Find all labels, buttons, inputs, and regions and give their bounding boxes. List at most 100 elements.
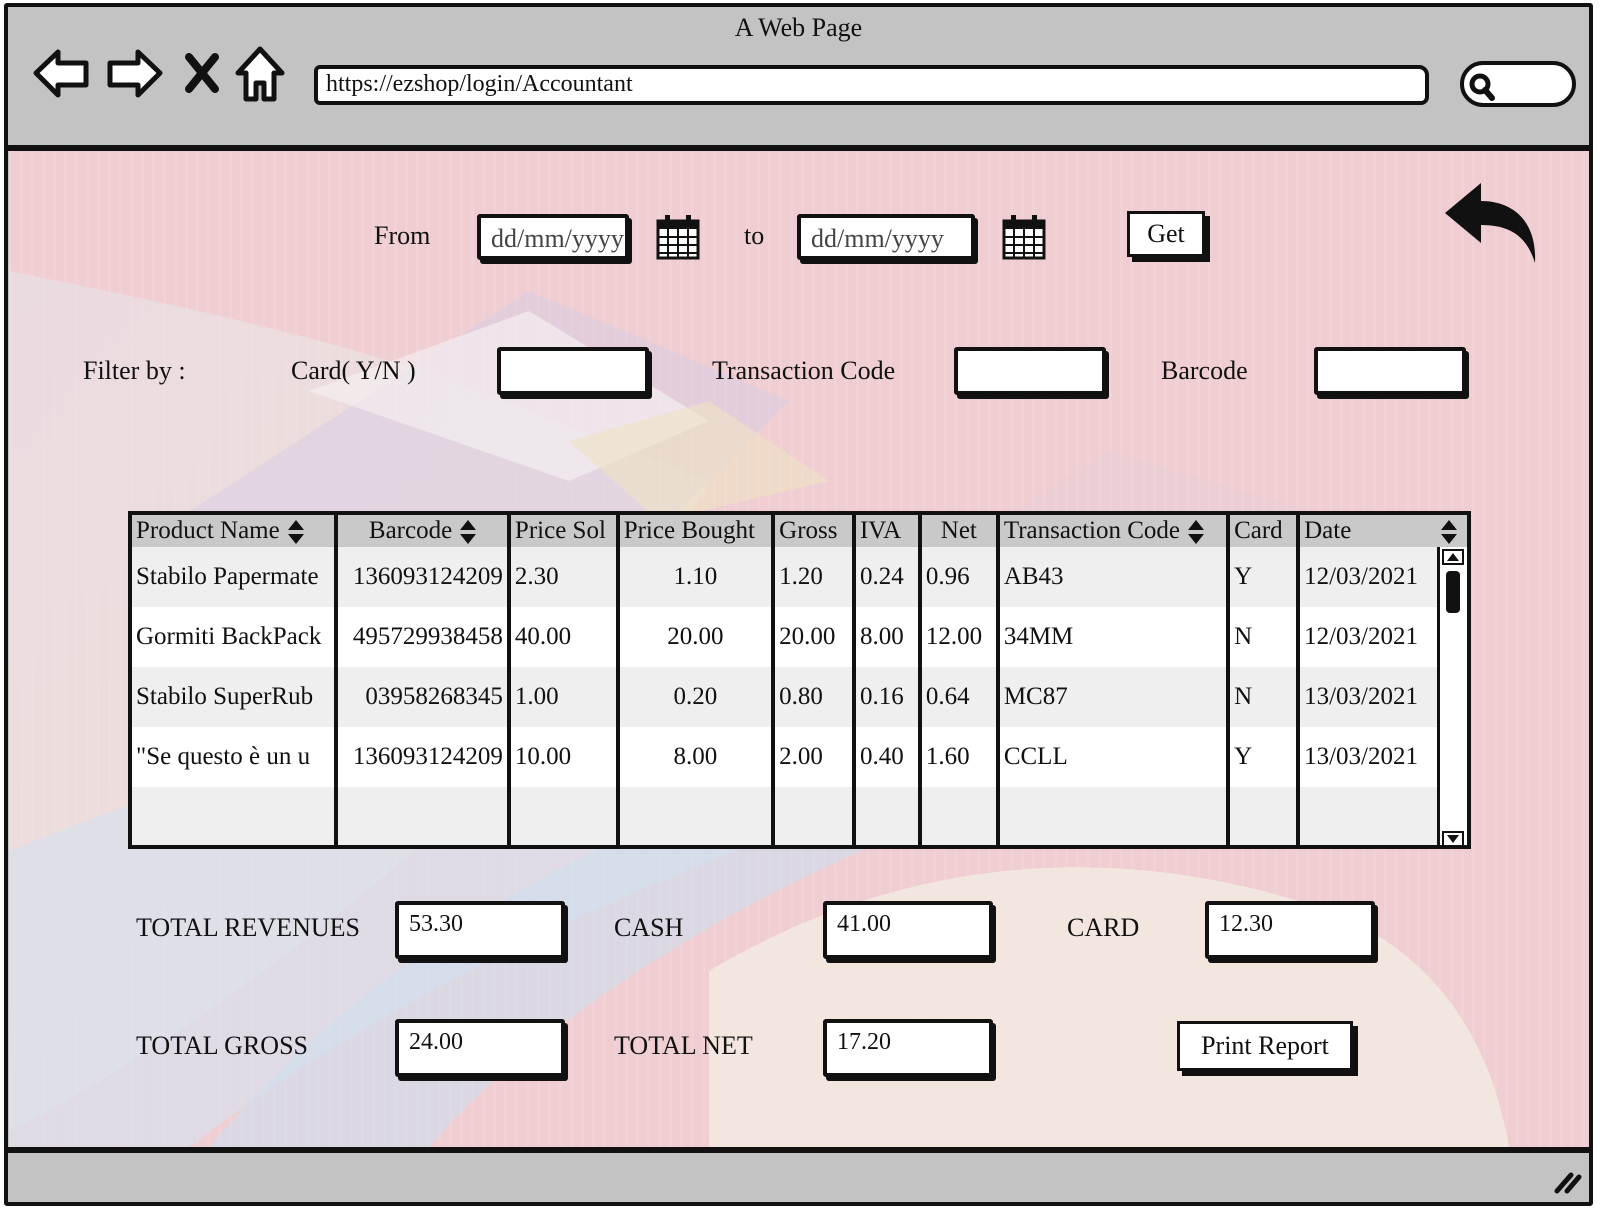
barcode-filter-input[interactable]: [1314, 347, 1466, 395]
table-cell: [853, 787, 922, 845]
forward-arrow-icon[interactable]: [104, 47, 164, 99]
column-header-product-name[interactable]: Product Name: [132, 515, 339, 547]
table-cell: 0.20: [617, 667, 776, 727]
card-total-field[interactable]: 12.30: [1205, 901, 1375, 959]
table-cell: CCLL: [997, 727, 1231, 787]
column-header-barcode[interactable]: Barcode: [336, 515, 511, 547]
cash-label: CASH: [614, 913, 684, 942]
table-row[interactable]: Gormiti BackPack 495729938458 40.00 20.00 20…: [132, 607, 1467, 667]
back-arrow-icon[interactable]: [32, 47, 92, 99]
total-gross-label: TOTAL GROSS: [136, 1031, 308, 1060]
table-cell: 34MM: [997, 607, 1231, 667]
calendar-icon[interactable]: [655, 213, 701, 261]
close-icon[interactable]: [184, 53, 220, 93]
table-cell: 1.20: [773, 547, 856, 607]
card-filter-input[interactable]: [497, 347, 649, 395]
column-header-price-sold: Price Sol: [508, 515, 620, 547]
total-gross-field[interactable]: 24.00: [395, 1019, 565, 1077]
column-header-price-bought: Price Bought: [617, 515, 776, 547]
table-cell: Y: [1228, 727, 1301, 787]
from-date-input[interactable]: dd/mm/yyyy: [477, 214, 629, 260]
table-cell: 495729938458: [336, 607, 511, 667]
total-revenues-field[interactable]: 53.30: [395, 901, 565, 959]
total-net-field[interactable]: 17.20: [823, 1019, 993, 1077]
to-label: to: [744, 221, 765, 250]
table-cell: [617, 787, 776, 845]
table-cell: 20.00: [617, 607, 776, 667]
table-cell: [132, 787, 339, 845]
table-cell: 0.80: [773, 667, 856, 727]
column-header-gross: Gross: [773, 515, 856, 547]
table-cell: Stabilo SuperRub: [132, 667, 339, 727]
to-date-input[interactable]: dd/mm/yyyy: [797, 214, 975, 260]
browser-toolbar: A Web Page https://ezshop/login/Accounta…: [4, 3, 1593, 145]
table-cell: [773, 787, 856, 845]
table-cell: 0.40: [853, 727, 922, 787]
barcode-filter-label: Barcode: [1161, 356, 1248, 385]
window-title: A Web Page: [734, 13, 863, 42]
table-cell: N: [1228, 607, 1301, 667]
home-icon[interactable]: [234, 45, 286, 103]
table-cell: 20.00: [773, 607, 856, 667]
table-cell: 03958268345: [336, 667, 511, 727]
sort-icon[interactable]: [1441, 520, 1458, 545]
search-icon: [1469, 73, 1495, 101]
total-revenues-label: TOTAL REVENUES: [136, 913, 360, 942]
table-row[interactable]: Stabilo SuperRub 03958268345 1.00 0.20 0.80 0…: [132, 667, 1467, 727]
scroll-up-icon[interactable]: [1442, 549, 1464, 565]
table-cell: 1.60: [919, 727, 1000, 787]
sort-icon[interactable]: [460, 520, 477, 545]
table-cell: 0.16: [853, 667, 922, 727]
table-cell: N: [1228, 667, 1301, 727]
cash-field[interactable]: 41.00: [823, 901, 993, 959]
column-header-net: Net: [919, 515, 1000, 547]
table-cell: 40.00: [508, 607, 620, 667]
table-cell: MC87: [997, 667, 1231, 727]
column-header-card: Card: [1228, 515, 1301, 547]
sort-icon[interactable]: [287, 520, 304, 545]
table-cell: 8.00: [617, 727, 776, 787]
table-cell: 8.00: [853, 607, 922, 667]
transactions-table: Product Name Barcode Price Sol Price Bou…: [128, 511, 1471, 849]
print-report-button[interactable]: Print Report: [1177, 1021, 1353, 1071]
table-cell: [1228, 787, 1301, 845]
table-cell: 136093124209: [336, 547, 511, 607]
address-bar[interactable]: https://ezshop/login/Accountant: [314, 65, 1429, 105]
table-body: Stabilo Papermate 136093124209 2.30 1.10 1.2…: [132, 547, 1467, 845]
table-cell: 0.96: [919, 547, 1000, 607]
table-cell: [919, 787, 1000, 845]
column-header-date[interactable]: Date: [1298, 515, 1467, 547]
status-bar: [8, 1153, 1589, 1201]
transaction-code-filter-label: Transaction Code: [712, 356, 896, 385]
table-scrollbar[interactable]: [1437, 547, 1467, 847]
get-button[interactable]: Get: [1127, 211, 1205, 257]
card-total-label: CARD: [1067, 913, 1140, 942]
table-cell: "Se questo è un u: [132, 727, 339, 787]
scroll-thumb[interactable]: [1446, 571, 1460, 613]
table-cell: [336, 787, 511, 845]
table-cell: AB43: [997, 547, 1231, 607]
table-cell: [508, 787, 620, 845]
table-row[interactable]: [132, 787, 1467, 845]
table-cell: 0.64: [919, 667, 1000, 727]
sort-icon[interactable]: [1187, 520, 1204, 545]
table-cell: [997, 787, 1231, 845]
table-row[interactable]: "Se questo è un u 136093124209 10.00 8.00 2.…: [132, 727, 1467, 787]
table-cell: Stabilo Papermate: [132, 547, 339, 607]
table-cell: 2.30: [508, 547, 620, 607]
table-cell: 10.00: [508, 727, 620, 787]
table-row[interactable]: Stabilo Papermate 136093124209 2.30 1.10 1.2…: [132, 547, 1467, 607]
table-cell: Gormiti BackPack: [132, 607, 339, 667]
undo-arrow-icon[interactable]: [1441, 179, 1541, 269]
table-cell: 12.00: [919, 607, 1000, 667]
transaction-code-filter-input[interactable]: [954, 347, 1106, 395]
table-header-row: Product Name Barcode Price Sol Price Bou…: [132, 515, 1467, 547]
table-cell: 2.00: [773, 727, 856, 787]
browser-search-box[interactable]: [1460, 61, 1576, 107]
table-cell: 0.24: [853, 547, 922, 607]
calendar-icon[interactable]: [1001, 213, 1047, 261]
scroll-down-icon[interactable]: [1442, 831, 1464, 847]
resize-grip-icon[interactable]: [1553, 1169, 1583, 1195]
column-header-transaction-code[interactable]: Transaction Code: [997, 515, 1231, 547]
column-header-iva: IVA: [853, 515, 922, 547]
